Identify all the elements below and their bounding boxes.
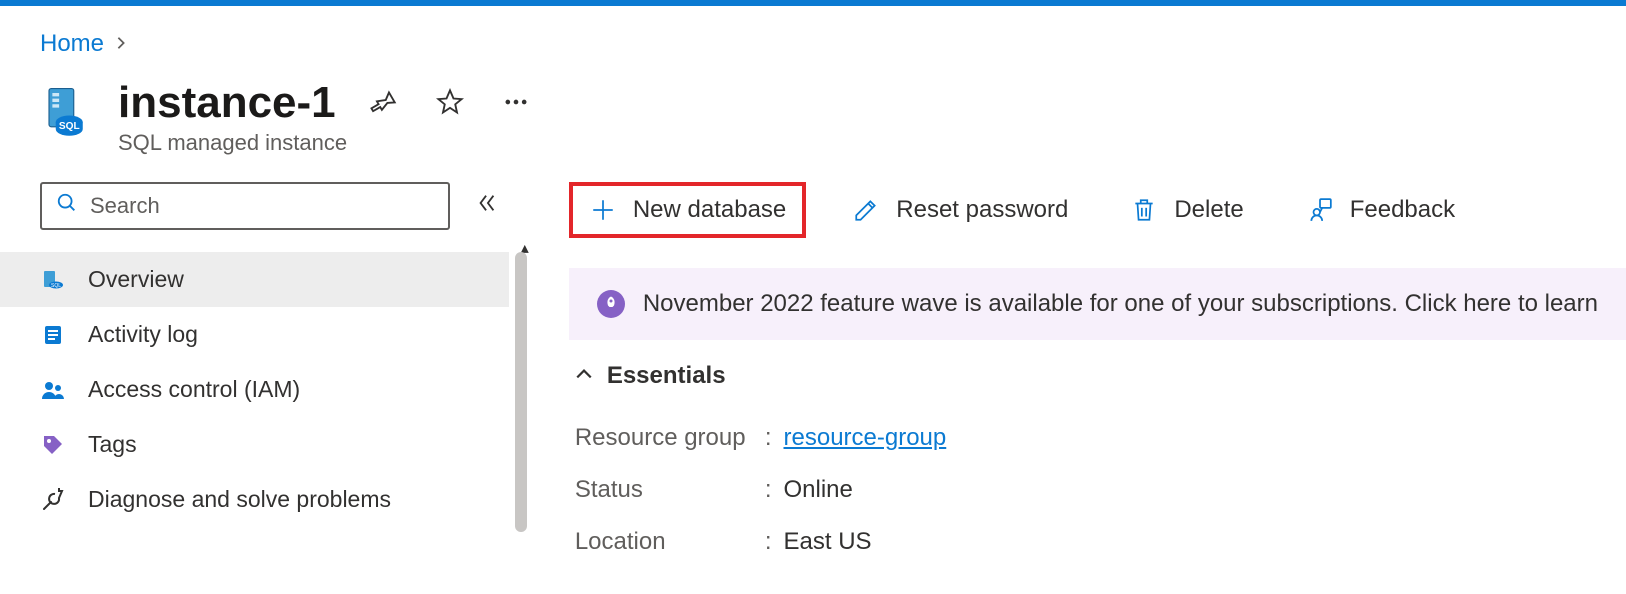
sidebar-item-access-control[interactable]: Access control (IAM) <box>40 362 509 417</box>
sidebar-nav: ▴ SQL Overview Activity log <box>40 252 509 527</box>
sql-managed-instance-icon: SQL <box>40 78 94 141</box>
main-panel: New database Reset password Delete <box>509 182 1626 568</box>
button-label: Delete <box>1174 196 1243 224</box>
page-title: instance-1 <box>118 78 336 128</box>
essentials-label: Location <box>575 528 765 556</box>
essentials-value: East US <box>784 528 872 556</box>
essentials-toggle[interactable]: Essentials <box>575 362 1626 390</box>
sidebar-item-label: Tags <box>88 431 137 458</box>
button-label: New database <box>633 196 786 224</box>
sidebar-item-label: Access control (IAM) <box>88 376 300 403</box>
essentials-row-resource-group: Resource group : resource-group <box>575 412 1626 464</box>
plus-icon <box>589 196 617 224</box>
feature-wave-banner[interactable]: November 2022 feature wave is available … <box>569 268 1626 340</box>
feedback-person-icon <box>1306 196 1334 224</box>
sidebar-item-diagnose[interactable]: Diagnose and solve problems <box>40 472 509 527</box>
essentials-table: Resource group : resource-group Status :… <box>575 412 1626 568</box>
button-label: Reset password <box>896 196 1068 224</box>
rocket-icon <box>597 290 625 318</box>
sidebar-scrollbar[interactable] <box>515 252 527 532</box>
svg-text:SQL: SQL <box>51 283 61 289</box>
breadcrumb-home-link[interactable]: Home <box>40 30 104 58</box>
people-icon <box>40 377 66 403</box>
sidebar-item-tags[interactable]: Tags <box>40 417 509 472</box>
search-input[interactable] <box>90 193 434 219</box>
banner-text: November 2022 feature wave is available … <box>643 290 1598 318</box>
essentials-value: Online <box>784 476 853 504</box>
reset-password-button[interactable]: Reset password <box>836 186 1084 234</box>
chevron-up-icon <box>575 362 593 390</box>
resource-type-label: SQL managed instance <box>118 130 534 156</box>
sql-instance-icon: SQL <box>40 267 66 293</box>
sidebar: ▴ SQL Overview Activity log <box>40 182 509 568</box>
tag-icon <box>40 432 66 458</box>
command-bar: New database Reset password Delete <box>569 182 1626 238</box>
delete-button[interactable]: Delete <box>1114 186 1259 234</box>
sidebar-item-label: Activity log <box>88 321 198 348</box>
essentials-row-status: Status : Online <box>575 464 1626 516</box>
chevron-right-icon <box>114 34 128 55</box>
new-database-button[interactable]: New database <box>573 186 802 234</box>
essentials-label: Resource group <box>575 424 765 452</box>
sidebar-item-label: Overview <box>88 266 184 293</box>
more-actions-button[interactable] <box>498 84 534 123</box>
wrench-icon <box>40 487 66 513</box>
svg-text:SQL: SQL <box>59 121 80 132</box>
sidebar-item-activity-log[interactable]: Activity log <box>40 307 509 362</box>
trash-icon <box>1130 196 1158 224</box>
pin-button[interactable] <box>366 84 402 123</box>
favorite-star-button[interactable] <box>432 84 468 123</box>
feedback-button[interactable]: Feedback <box>1290 186 1471 234</box>
breadcrumb: Home <box>40 30 1626 58</box>
essentials-label: Status <box>575 476 765 504</box>
essentials-row-location: Location : East US <box>575 516 1626 568</box>
resource-header: SQL instance-1 SQL m <box>40 78 1626 156</box>
collapse-sidebar-button[interactable] <box>476 192 498 221</box>
sidebar-item-label: Diagnose and solve problems <box>88 486 391 513</box>
resource-group-link[interactable]: resource-group <box>784 424 947 452</box>
sidebar-item-overview[interactable]: SQL Overview <box>0 252 509 307</box>
search-icon <box>56 192 78 220</box>
sidebar-search[interactable] <box>40 182 450 230</box>
essentials-title: Essentials <box>607 362 726 390</box>
button-label: Feedback <box>1350 196 1455 224</box>
edit-pencil-icon <box>852 196 880 224</box>
callout-highlight: New database <box>569 182 806 238</box>
activity-log-icon <box>40 322 66 348</box>
